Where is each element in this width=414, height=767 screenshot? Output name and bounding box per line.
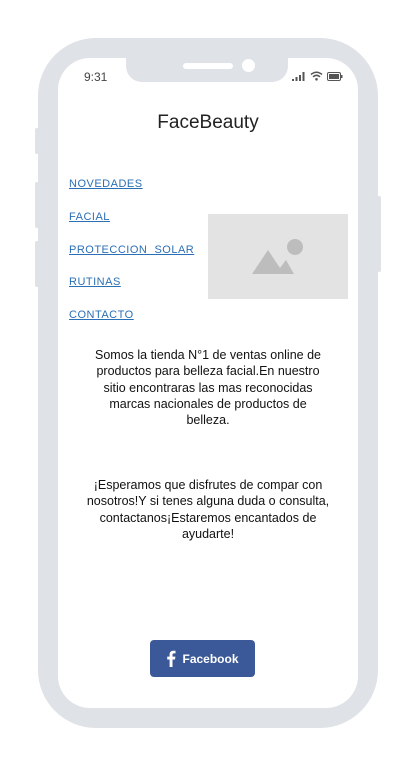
phone-side-button xyxy=(35,128,39,154)
page-title: FaceBeauty xyxy=(157,112,259,133)
phone-volume-up-button xyxy=(35,182,39,228)
phone-speaker xyxy=(183,63,233,69)
phone-notch xyxy=(126,58,288,82)
intro-line: sitio encontraras las mas reconocidas xyxy=(103,380,313,395)
facebook-button-label: Facebook xyxy=(182,651,239,666)
nav-item-facial[interactable]: FACIAL xyxy=(69,211,110,223)
phone-volume-down-button xyxy=(35,241,39,287)
wifi-icon xyxy=(310,71,323,81)
nav-item-rutinas[interactable]: RUTINAS xyxy=(69,276,121,288)
phone-power-button xyxy=(377,196,381,272)
status-time: 9:31 xyxy=(84,70,108,84)
closing-line: nosotros!Y si tenes alguna duda o consul… xyxy=(86,494,330,509)
closing-line: contactanos¡Estaremos encantados de xyxy=(99,510,317,525)
closing-text: ¡Esperamos que disfrutes de compar con n… xyxy=(70,477,346,542)
facebook-button[interactable]: Facebook xyxy=(150,640,255,677)
battery-icon xyxy=(327,71,343,81)
intro-line: marcas nacionales de productos de xyxy=(109,396,307,411)
phone-camera xyxy=(242,59,255,72)
nav-item-novedades[interactable]: NOVEDADES xyxy=(69,178,143,190)
signal-icon xyxy=(292,71,305,81)
closing-line: ayudarte! xyxy=(181,526,235,541)
nav-item-proteccion-solar[interactable]: PROTECCION SOLAR xyxy=(69,244,194,256)
intro-text: Somos la tienda N°1 de ventas online de … xyxy=(70,347,346,428)
intro-line: belleza. xyxy=(186,413,230,428)
nav-item-contacto[interactable]: CONTACTO xyxy=(69,309,134,321)
hero-image xyxy=(208,214,348,299)
status-icons xyxy=(292,71,343,81)
intro-line: productos para belleza facial.En nuestro xyxy=(96,364,320,379)
facebook-icon xyxy=(167,650,176,667)
image-placeholder-icon xyxy=(252,239,303,274)
closing-line: ¡Esperamos que disfrutes de compar con xyxy=(93,478,323,492)
intro-line: Somos la tienda N°1 de ventas online de xyxy=(95,348,321,362)
